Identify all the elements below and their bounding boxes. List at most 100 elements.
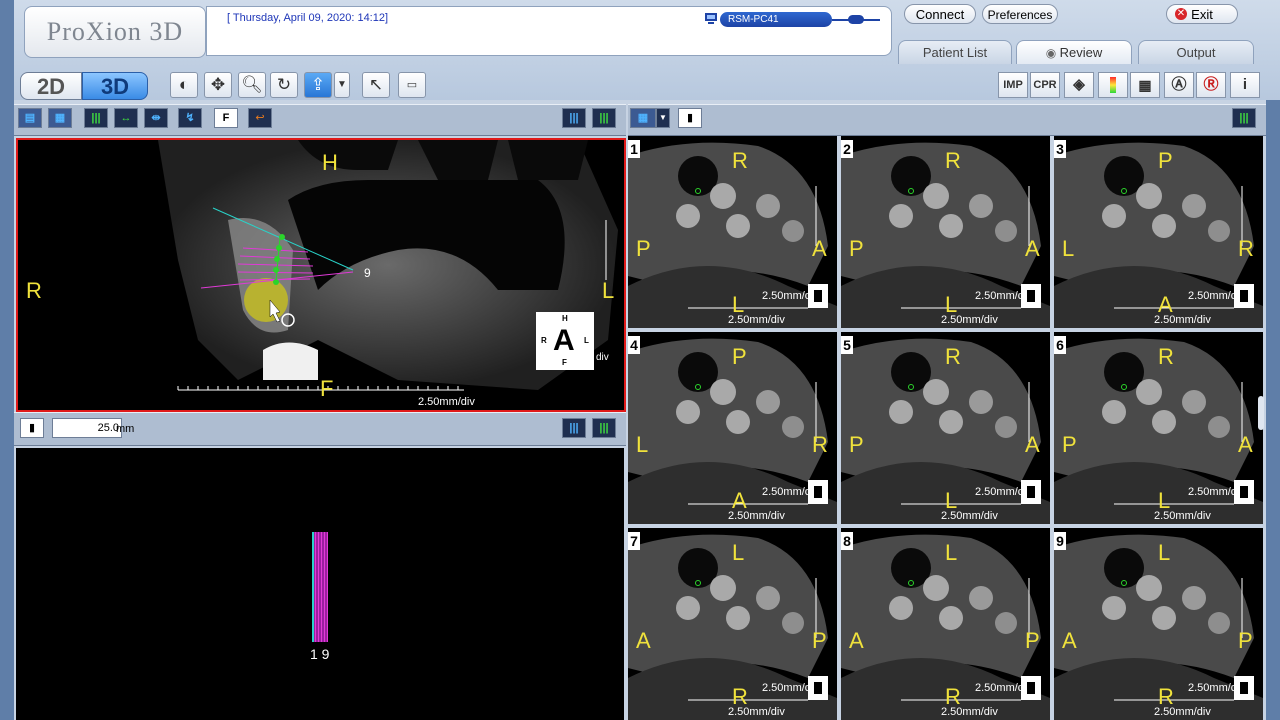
curve-icon[interactable]: ↯: [178, 108, 202, 128]
slice-cell[interactable]: 1 R P A L 2.50mm/c 2.50mm/div: [628, 136, 837, 328]
contrast-icon[interactable]: ◐: [170, 72, 198, 98]
strip-blue-icon[interactable]: |||: [562, 418, 586, 438]
orientation-top-label: H: [322, 150, 338, 175]
strip-edge: [312, 532, 314, 642]
color-map-icon[interactable]: [1098, 72, 1128, 98]
slice-right-label: P: [1025, 628, 1040, 653]
imp-button[interactable]: IMP: [998, 72, 1028, 98]
slice-left-label: P: [849, 236, 864, 261]
slice-scale: 2.50mm/div: [728, 706, 785, 718]
layout-icon[interactable]: ▤: [18, 108, 42, 128]
slice-cell[interactable]: 2 R P A L 2.50mm/c 2.50mm/div: [841, 136, 1050, 328]
single-view-icon[interactable]: ▮: [678, 108, 702, 128]
ct-image: [158, 140, 618, 391]
scroll-handle[interactable]: [1258, 396, 1264, 430]
tab-review[interactable]: ◉ Review: [1016, 40, 1132, 64]
main-view-toolbar: ▤ ▦ ||| ↔ ⇹ ↯ F ↩ ||| |||: [14, 104, 626, 136]
tab-patient-list[interactable]: Patient List: [898, 40, 1012, 64]
strip-green-icon[interactable]: |||: [592, 418, 616, 438]
grid-select-icon[interactable]: ▦: [630, 108, 656, 128]
patient-list-tab-label: Patient List: [922, 45, 988, 60]
strip-view[interactable]: 1 9: [16, 448, 624, 720]
thickness-input[interactable]: [52, 418, 122, 438]
slice-left-label: P: [849, 432, 864, 457]
slice-cell[interactable]: 5 R P A L 2.50mm/c 2.50mm/div: [841, 332, 1050, 524]
info-icon[interactable]: i: [1230, 72, 1260, 98]
slice-scale-short: 2.50mm/c: [975, 486, 1024, 498]
slice-scale-short: 2.50mm/c: [762, 290, 811, 302]
connect-button[interactable]: Connect: [904, 4, 976, 24]
slices-icon[interactable]: |||: [84, 108, 108, 128]
grid-layout-icon[interactable]: ▦: [1130, 72, 1160, 98]
strip-numbers: 1 9: [310, 646, 330, 662]
ruler-icon[interactable]: ▭: [398, 72, 426, 98]
slice-top-label: R: [1158, 344, 1174, 369]
main-slice-view[interactable]: H R L F 2.50mm/div 9 H R L A F div: [16, 138, 626, 412]
slice-grid: 1 R P A L 2.50mm/c 2.50mm/div 2 R P A L …: [628, 136, 1266, 720]
slice-top-label: R: [732, 148, 748, 173]
slice-scale-short: 2.50mm/c: [975, 290, 1024, 302]
slice-left-label: A: [849, 628, 864, 653]
cube-top: H: [562, 314, 568, 323]
view-blue-icon[interactable]: |||: [562, 108, 586, 128]
view-green-icon[interactable]: |||: [592, 108, 616, 128]
pc-name-badge: RSM-PC41: [720, 12, 832, 27]
slice-right-label: P: [812, 628, 827, 653]
review-tab-label: Review: [1059, 45, 1103, 60]
app-logo: ProXion 3D: [24, 6, 206, 58]
slice-cell[interactable]: 9 L A P R 2.50mm/c 2.50mm/div: [1054, 528, 1263, 720]
exit-label: Exit: [1191, 7, 1213, 22]
grid-icon[interactable]: ▦: [48, 108, 72, 128]
chevron-down-icon[interactable]: ▼: [656, 108, 670, 128]
cpr-button[interactable]: CPR: [1030, 72, 1060, 98]
rotate-icon[interactable]: ↻: [270, 72, 298, 98]
slice-scale-short: 2.50mm/c: [1188, 486, 1237, 498]
connection-indicator: [848, 15, 864, 24]
width-icon[interactable]: ↔: [114, 108, 138, 128]
desktop-edge: [0, 0, 14, 720]
slice-top-label: R: [945, 344, 961, 369]
record-icon[interactable]: Ⓡ: [1196, 72, 1226, 98]
slice-cell[interactable]: 4 P L R A 2.50mm/c 2.50mm/div: [628, 332, 837, 524]
slices-toolbar: ▦ ▼ ▮ |||: [628, 104, 1266, 136]
app-logo-text: ProXion 3D: [46, 17, 184, 46]
slice-number: 8: [841, 532, 853, 550]
slice-right-label: P: [1238, 628, 1253, 653]
slice-number: 9: [1054, 532, 1066, 550]
thickness-unit: mm: [116, 423, 135, 435]
slice-top-label: L: [945, 540, 958, 565]
single-slice-icon[interactable]: ▮: [20, 418, 44, 438]
close-icon: ✕: [1175, 8, 1187, 20]
slice-cell[interactable]: 8 L A P R 2.50mm/c 2.50mm/div: [841, 528, 1050, 720]
undo-icon[interactable]: ↩: [248, 108, 272, 128]
slice-right-label: A: [1025, 432, 1040, 457]
mode-3d-button[interactable]: 3D: [82, 72, 148, 100]
exit-button[interactable]: ✕ Exit: [1166, 4, 1238, 24]
slice-scale: 2.50mm/div: [941, 314, 998, 326]
slice-left-label: A: [1062, 628, 1077, 653]
span-icon[interactable]: ⇹: [144, 108, 168, 128]
slice-cell[interactable]: 3 P L R A 2.50mm/c 2.50mm/div: [1054, 136, 1263, 328]
slice-right-label: A: [1238, 432, 1253, 457]
orientation-cube[interactable]: H R L A F: [536, 312, 594, 370]
slices-green-icon[interactable]: |||: [1232, 108, 1256, 128]
slice-cell[interactable]: 7 L A P R 2.50mm/c 2.50mm/div: [628, 528, 837, 720]
mode-2d-button[interactable]: 2D: [20, 72, 82, 100]
annotation-icon[interactable]: Ⓐ: [1164, 72, 1194, 98]
orientation-icon[interactable]: ⇪: [304, 72, 332, 98]
slice-cell[interactable]: 6 R P A L 2.50mm/c 2.50mm/div: [1054, 332, 1263, 524]
zoom-icon[interactable]: 🔍︎: [238, 72, 266, 98]
pan-icon[interactable]: ✥: [204, 72, 232, 98]
flip-icon[interactable]: F: [214, 108, 238, 128]
slice-right-label: A: [1025, 236, 1040, 261]
chevron-down-icon[interactable]: ▼: [334, 72, 350, 98]
slice-right-label: R: [812, 432, 828, 457]
tab-output[interactable]: Output: [1138, 40, 1254, 64]
preferences-button[interactable]: Preferences: [982, 4, 1058, 24]
slice-scale: 2.50mm/div: [941, 706, 998, 718]
layers-icon[interactable]: ◈: [1064, 72, 1094, 98]
pointer-icon[interactable]: ↖: [362, 72, 390, 98]
slice-left-label: P: [1062, 432, 1077, 457]
slice-left-label: L: [636, 432, 649, 457]
slice-number: 4: [628, 336, 640, 354]
